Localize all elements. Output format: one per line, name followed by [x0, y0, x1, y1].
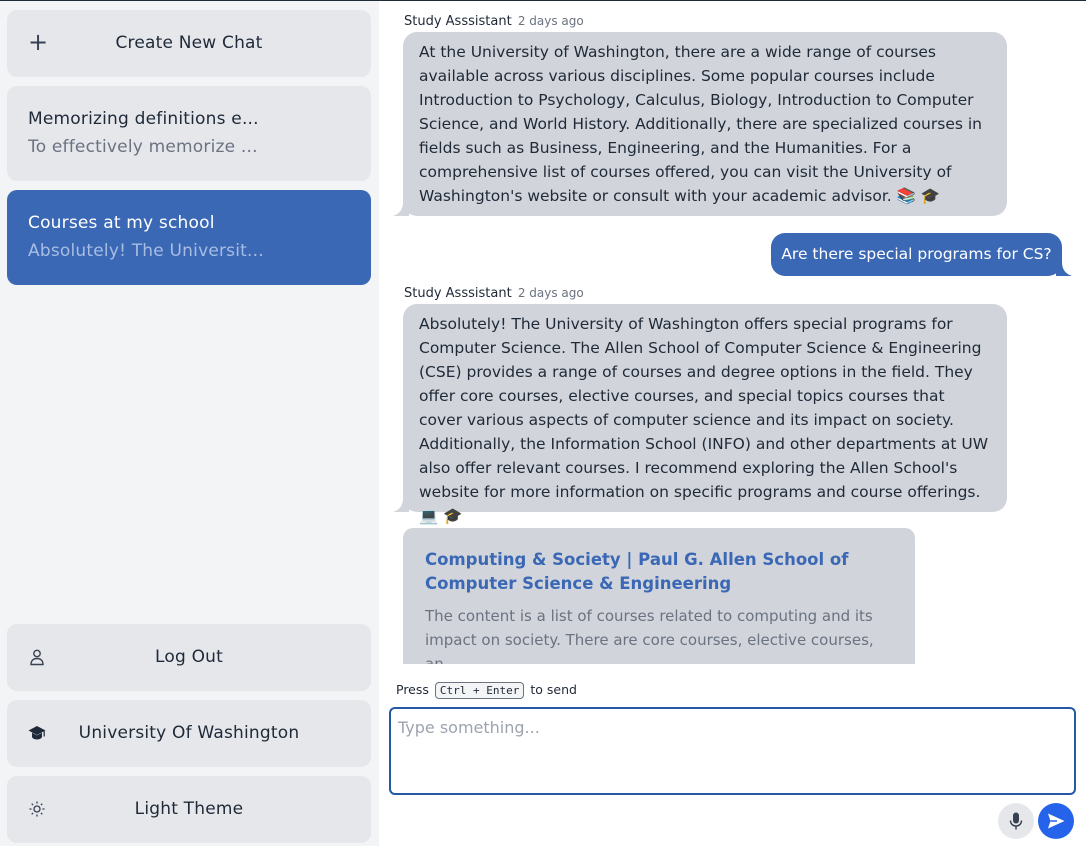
chat-title: Memorizing definitions e... [28, 109, 259, 129]
theme-toggle-button[interactable]: Light Theme [7, 776, 371, 843]
create-new-chat-button[interactable]: + Create New Chat [7, 10, 371, 77]
microphone-button[interactable] [998, 803, 1034, 839]
shortcut-key: Ctrl + Enter [434, 682, 525, 699]
chat-preview: To effectively memorize ... [28, 137, 258, 157]
message-meta: Study Asssistant 2 days ago [404, 14, 584, 29]
bubble-tail [1056, 262, 1072, 276]
message-time: 2 days ago [517, 286, 584, 300]
theme-label: Light Theme [134, 799, 244, 819]
log-out-button[interactable]: Log Out [7, 624, 371, 691]
bubble-tail [393, 202, 409, 216]
microphone-icon [1009, 812, 1023, 830]
create-new-chat-label: Create New Chat [115, 33, 263, 53]
chat-item-courses[interactable]: Courses at my school Absolutely! The Uni… [7, 190, 371, 285]
hint-prefix: Press [396, 682, 429, 697]
chat-panel: Study Asssistant 2 days ago At the Unive… [379, 1, 1086, 846]
link-preview-card[interactable]: Computing & Society | Paul G. Allen Scho… [403, 528, 915, 664]
link-description: The content is a list of courses related… [425, 607, 874, 664]
sender-name: Study Asssistant [404, 286, 512, 301]
chat-preview: Absolutely! The Universit... [28, 241, 264, 261]
assistant-message: Absolutely! The University of Washington… [393, 304, 1007, 525]
send-icon [1048, 813, 1065, 829]
message-text: At the University of Washington, there a… [419, 43, 983, 205]
send-hint: Press Ctrl + Enter to send [396, 682, 577, 699]
message-text: Absolutely! The University of Washington… [419, 315, 989, 525]
hint-suffix: to send [530, 682, 577, 697]
message-input[interactable] [389, 707, 1076, 795]
sender-name: Study Asssistant [404, 14, 512, 29]
message-text: Are there special programs for CS? [781, 245, 1052, 263]
chat-title: Courses at my school [28, 213, 215, 233]
school-button[interactable]: University Of Washington [7, 700, 371, 767]
message-meta: Study Asssistant 2 days ago [404, 286, 584, 301]
send-button[interactable] [1038, 803, 1074, 839]
message-time: 2 days ago [517, 14, 584, 28]
sidebar: + Create New Chat Memorizing definitions… [0, 1, 379, 846]
chat-item-memorizing[interactable]: Memorizing definitions e... To effective… [7, 86, 371, 181]
user-message: Are there special programs for CS? [771, 233, 1072, 276]
school-label: University Of Washington [78, 723, 300, 743]
log-out-label: Log Out [155, 647, 223, 667]
assistant-message: At the University of Washington, there a… [393, 32, 1007, 216]
link-title[interactable]: Computing & Society | Paul G. Allen Scho… [425, 548, 893, 596]
bubble-tail [393, 498, 409, 512]
